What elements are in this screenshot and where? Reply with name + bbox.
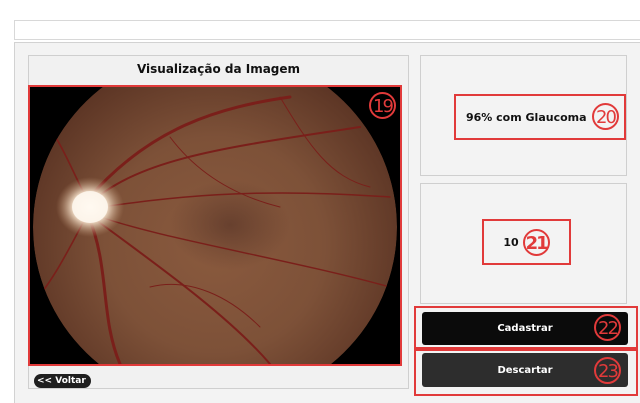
image-panel-title: Visualização da Imagem [136, 62, 301, 76]
retina-fundus-photo [30, 87, 400, 364]
annotation-marker-21: 21 [522, 228, 550, 256]
count-value: 10 [503, 235, 519, 249]
diagnosis-text: 96% com Glaucoma [466, 110, 587, 124]
annotation-marker-19: 19 [369, 92, 396, 119]
annotation-marker-22: 22 [594, 314, 621, 341]
back-button[interactable]: << Voltar [34, 374, 91, 388]
top-toolbar [14, 20, 640, 40]
annotation-marker-20: 20 [592, 103, 619, 130]
annotation-marker-23: 23 [594, 357, 621, 384]
fundus-image[interactable]: 19 [28, 85, 402, 366]
count-value-box: 10 21 [482, 219, 571, 265]
